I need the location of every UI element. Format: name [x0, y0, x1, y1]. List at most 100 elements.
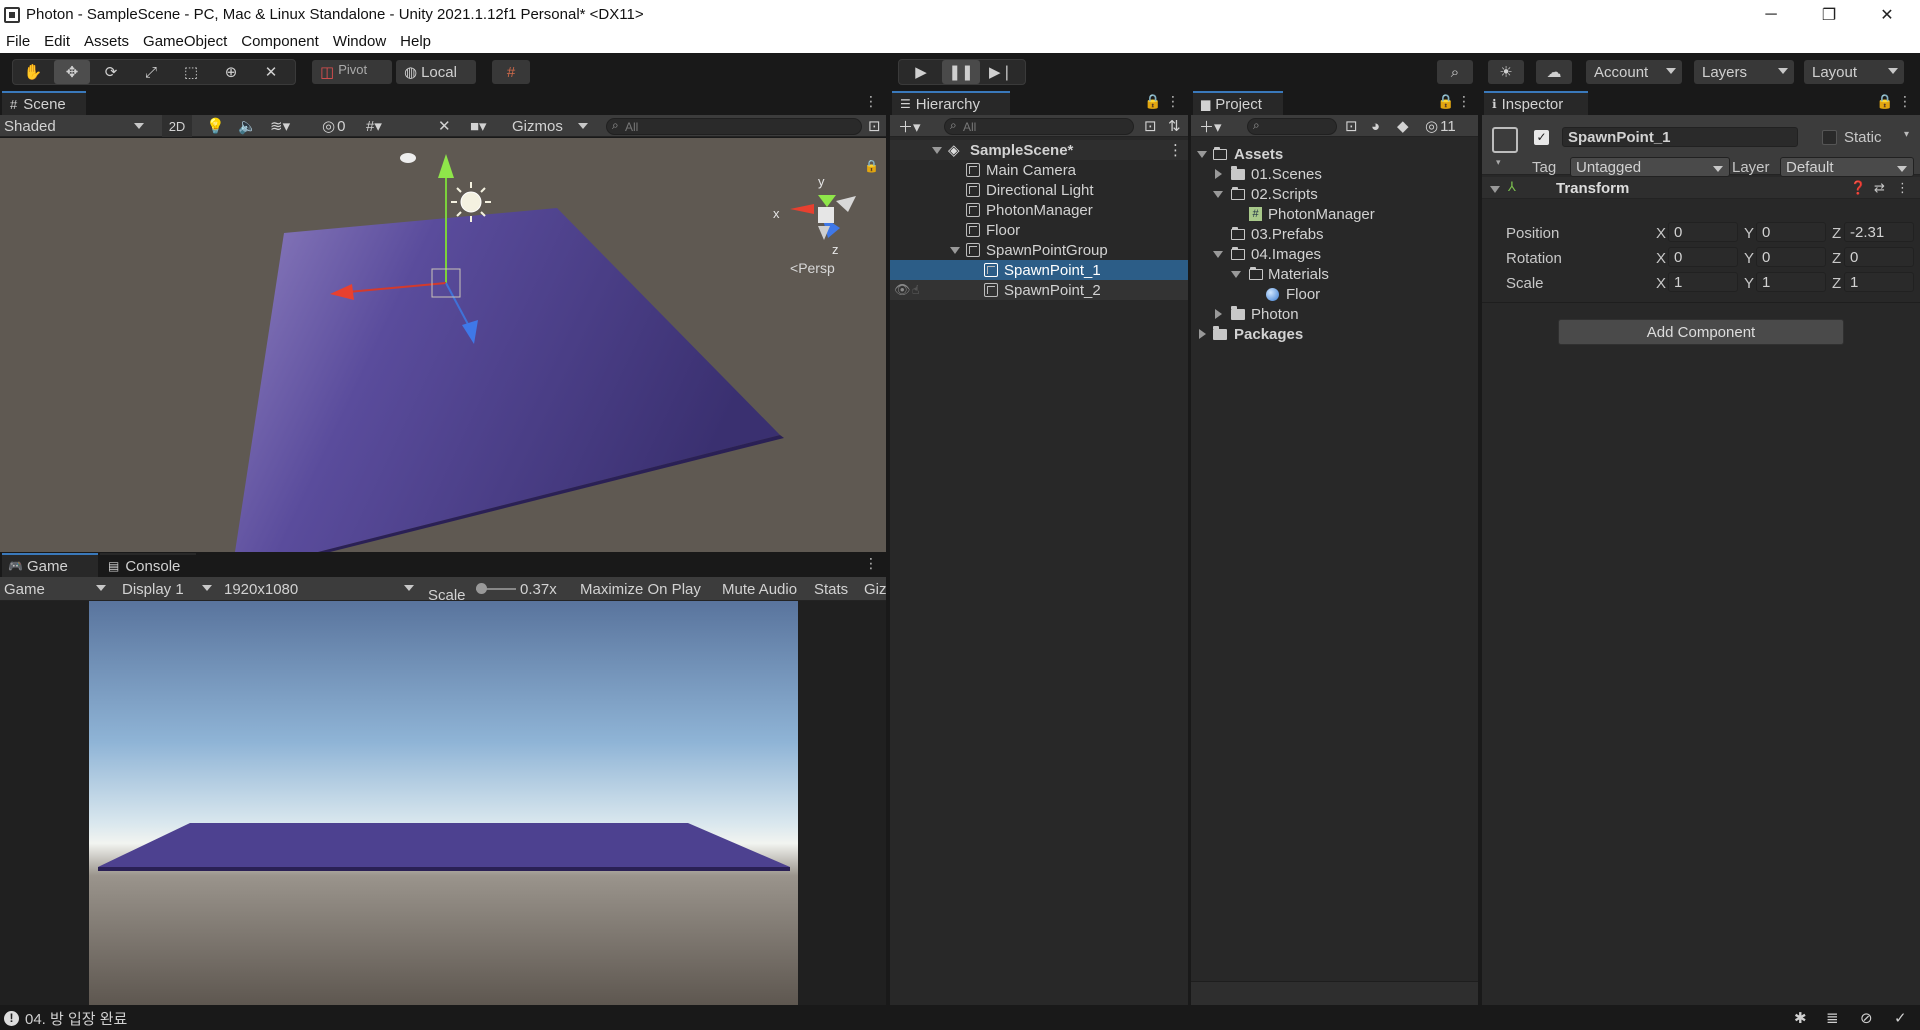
move-tool-icon[interactable]: ✥: [54, 60, 90, 84]
visibility-eye-icon[interactable]: 👁: [894, 282, 911, 298]
layers-dropdown[interactable]: Layers: [1694, 60, 1794, 84]
2d-toggle[interactable]: 2D: [162, 115, 192, 137]
scene-viewport[interactable]: y x z 🔒 <Persp: [0, 138, 886, 552]
transform-tool-icon[interactable]: ⊕: [214, 60, 248, 84]
grid-snap-button[interactable]: #: [492, 60, 530, 84]
services-button[interactable]: ☀: [1488, 60, 1524, 84]
tag-dropdown[interactable]: Untagged: [1570, 157, 1730, 177]
hierarchy-item[interactable]: Main Camera: [890, 160, 1188, 180]
project-folder[interactable]: Photon: [1191, 304, 1478, 324]
pivot-toggle-button[interactable]: ◫ Pivot: [312, 60, 392, 84]
game-view-dropdown[interactable]: Game: [0, 577, 112, 601]
static-dropdown-icon[interactable]: ▾: [1904, 129, 1909, 140]
tab-project[interactable]: ▆ Project: [1193, 91, 1283, 115]
project-kebab-icon[interactable]: ⋮: [1457, 93, 1471, 113]
hierarchy-add-button[interactable]: ＋▾: [894, 115, 924, 137]
hierarchy-kebab-icon[interactable]: ⋮: [1166, 93, 1180, 113]
auto-generate-lighting-icon[interactable]: ⊘: [1860, 1009, 1873, 1027]
collapse-arrow-icon[interactable]: [1199, 329, 1206, 339]
hierarchy-search-options-icon[interactable]: ⊡: [1140, 115, 1160, 137]
game-gizmos-toggle[interactable]: Giz: [860, 577, 886, 601]
project-folder[interactable]: Materials: [1191, 264, 1478, 284]
menu-edit[interactable]: Edit: [44, 33, 70, 50]
filter-by-label-icon[interactable]: ◆: [1393, 115, 1413, 137]
local-toggle-button[interactable]: ◍ Local: [396, 60, 476, 84]
scene-search-options-icon[interactable]: ⊡: [864, 115, 884, 137]
project-search-options-icon[interactable]: ⊡: [1341, 115, 1361, 137]
project-add-button[interactable]: ＋▾: [1195, 115, 1225, 137]
step-button[interactable]: ▶❘: [982, 60, 1020, 84]
project-file[interactable]: Floor: [1191, 284, 1478, 304]
cache-server-icon[interactable]: ≣: [1826, 1009, 1839, 1027]
rotation-z-field[interactable]: 0: [1844, 247, 1914, 267]
effects-dropdown-icon[interactable]: ≋▾: [266, 115, 306, 137]
tab-console[interactable]: ▤ Console: [100, 553, 196, 577]
resolution-dropdown[interactable]: 1920x1080: [220, 577, 420, 601]
project-folder[interactable]: 02.Scripts: [1191, 184, 1478, 204]
status-message[interactable]: 04. 방 입장 완료: [25, 1008, 127, 1029]
directional-light-gizmo[interactable]: [460, 191, 482, 213]
gizmo-lock-icon[interactable]: 🔒: [864, 159, 879, 173]
project-lock-icon[interactable]: 🔒: [1437, 93, 1454, 113]
active-checkbox[interactable]: ✓: [1534, 130, 1549, 145]
project-assets-folder[interactable]: Assets: [1191, 144, 1478, 164]
game-kebab-icon[interactable]: ⋮: [864, 555, 878, 575]
minimize-button[interactable]: ─: [1743, 0, 1799, 29]
collapse-arrow-icon[interactable]: [1215, 169, 1222, 179]
search-button[interactable]: ⌕: [1437, 60, 1473, 84]
hierarchy-item[interactable]: Directional Light: [890, 180, 1188, 200]
tab-scene[interactable]: # Scene: [2, 91, 86, 115]
hierarchy-lock-icon[interactable]: 🔒: [1144, 93, 1161, 113]
expand-arrow-icon[interactable]: [1213, 250, 1223, 258]
expand-arrow-icon[interactable]: [1213, 190, 1223, 198]
position-x-field[interactable]: 0: [1668, 222, 1738, 242]
help-icon[interactable]: ❓: [1850, 180, 1866, 196]
transform-expand-icon[interactable]: [1490, 186, 1500, 193]
game-viewport[interactable]: [0, 601, 886, 1005]
hidden-objects-toggle[interactable]: ◎ 0: [318, 115, 358, 137]
add-component-button[interactable]: Add Component: [1558, 319, 1844, 345]
project-search-input[interactable]: [1247, 118, 1337, 135]
project-file[interactable]: # PhotonManager: [1191, 204, 1478, 224]
display-dropdown[interactable]: Display 1: [118, 577, 218, 601]
inspector-kebab-icon[interactable]: ⋮: [1898, 93, 1912, 113]
hierarchy-sort-icon[interactable]: ⇅: [1164, 115, 1184, 137]
play-button[interactable]: ▶: [902, 60, 940, 84]
grid-dropdown-icon[interactable]: #▾: [362, 115, 406, 137]
menu-help[interactable]: Help: [400, 33, 431, 50]
filter-by-type-icon[interactable]: ◕: [1367, 115, 1387, 137]
object-cube-icon[interactable]: [1492, 127, 1518, 153]
audio-toggle-icon[interactable]: 🔈: [234, 115, 258, 137]
project-folder[interactable]: 04.Images: [1191, 244, 1478, 264]
pickability-hand-icon[interactable]: ☝: [912, 283, 919, 297]
scale-tool-icon[interactable]: ⤢: [134, 60, 168, 84]
rotate-tool-icon[interactable]: ⟳: [94, 60, 128, 84]
tab-inspector[interactable]: ℹ Inspector: [1484, 91, 1588, 115]
shading-mode-dropdown[interactable]: Shaded: [0, 115, 150, 137]
hierarchy-item-selected[interactable]: SpawnPoint_1: [890, 260, 1188, 280]
tab-game[interactable]: 🎮 Game: [2, 553, 98, 577]
mute-audio-toggle[interactable]: Mute Audio: [718, 577, 804, 601]
rotation-y-field[interactable]: 0: [1756, 247, 1826, 267]
camera-dropdown-icon[interactable]: ■▾: [466, 115, 506, 137]
stats-toggle[interactable]: Stats: [810, 577, 854, 601]
position-y-field[interactable]: 0: [1756, 222, 1826, 242]
gizmos-dropdown[interactable]: Gizmos: [508, 115, 594, 137]
layout-dropdown[interactable]: Layout: [1804, 60, 1904, 84]
menu-assets[interactable]: Assets: [84, 33, 129, 50]
project-folder[interactable]: 03.Prefabs: [1191, 224, 1478, 244]
cloud-button[interactable]: ☁: [1536, 60, 1572, 84]
close-button[interactable]: ✕: [1859, 0, 1915, 29]
object-name-field[interactable]: SpawnPoint_1: [1562, 127, 1798, 147]
hierarchy-item[interactable]: SpawnPointGroup: [890, 240, 1188, 260]
scene-kebab-icon[interactable]: ⋮: [1168, 141, 1183, 159]
scale-z-field[interactable]: 1: [1844, 272, 1914, 292]
restore-button[interactable]: ❐: [1801, 0, 1857, 29]
hierarchy-item[interactable]: Floor: [890, 220, 1188, 240]
y-arrow-icon[interactable]: [438, 154, 454, 178]
expand-arrow-icon[interactable]: [1231, 270, 1241, 278]
orientation-gizmo[interactable]: [790, 195, 856, 240]
hierarchy-search-input[interactable]: All: [944, 118, 1134, 135]
project-folder[interactable]: 01.Scenes: [1191, 164, 1478, 184]
scale-y-field[interactable]: 1: [1756, 272, 1826, 292]
